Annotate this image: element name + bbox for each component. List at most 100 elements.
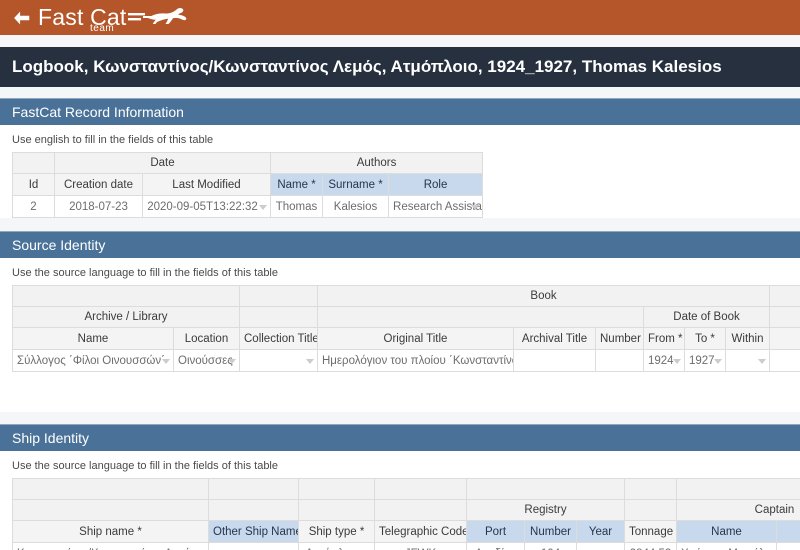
group-cell-date-of-book: Date of Book (642, 306, 771, 328)
cell-registry-number[interactable]: 104 (524, 542, 577, 550)
section-hint-ship: Use the source language to fill in the f… (12, 460, 278, 472)
group-cell-empty-4 (374, 478, 467, 500)
source-identity-table: Book Archive / Library Date of Book Iss … (12, 285, 800, 372)
group-cell-authors: Authors (270, 152, 484, 174)
col-from: From * (643, 327, 685, 350)
cell-original-title[interactable]: Ημερολόγιον του πλοίου ΄Κωνσταντίνος΄ (317, 349, 514, 372)
logo-subtext: team (90, 23, 115, 34)
col-collection-title: Collection Title (239, 327, 318, 350)
col-tonnage: Tonnage (624, 520, 677, 543)
chevron-down-icon[interactable] (758, 358, 767, 364)
table-group-row: Date Authors (12, 152, 484, 174)
group-cell-empty-2 (239, 285, 318, 307)
group-cell-empty-5 (466, 478, 625, 500)
cell-date-to[interactable]: 1927 (684, 349, 726, 372)
chevron-down-icon[interactable] (471, 204, 480, 210)
col-telegraphic-code: Telegraphic Code (374, 520, 467, 543)
back-arrow-icon[interactable] (10, 7, 32, 29)
group-cell-empty (12, 152, 55, 174)
cell-archival-title[interactable] (513, 349, 596, 372)
table-group-row-mid: Registry Captain (12, 499, 800, 521)
cell-date-to-value: 1927 (689, 354, 715, 367)
group-cell-captain: Captain (676, 499, 800, 521)
cell-registry-year[interactable] (576, 542, 625, 550)
col-ship-name: Ship name * (12, 520, 209, 543)
table-header-row: Name Location Collection Title Original … (12, 327, 800, 350)
group-cell-registry: Registry (466, 499, 625, 521)
col-role: Role (388, 173, 484, 196)
group-cell-empty-1 (12, 478, 209, 500)
cell-surname[interactable]: Kalesios (322, 195, 390, 218)
group-cell-empty-4 (239, 306, 318, 328)
group-cell-empty-6 (624, 478, 677, 500)
col-ship-type: Ship type * (298, 520, 375, 543)
cell-last-modified-value: 2020-09-05T13:22:32 (147, 200, 258, 213)
chevron-down-icon[interactable] (306, 358, 314, 364)
group-cell-empty-7 (676, 478, 800, 500)
cell-other-ship-name[interactable] (208, 542, 299, 550)
cell-ship-name[interactable]: Κωνσταντίνος/Κωνσταντίνος Λεμός (12, 542, 209, 550)
cell-captain-surname[interactable]: Λεμός (776, 542, 800, 550)
group-cell-empty-9 (208, 499, 299, 521)
chevron-down-icon[interactable] (259, 204, 268, 210)
cell-telegraphic-code[interactable]: JFWK (374, 542, 467, 550)
group-cell-empty-11 (374, 499, 467, 521)
table-group-row-mid: Archive / Library Date of Book Iss (12, 306, 800, 328)
group-cell-empty-12 (624, 499, 677, 521)
chevron-down-icon[interactable] (228, 358, 236, 364)
table-group-row-top (12, 478, 800, 500)
divider-strip-title (0, 87, 800, 98)
cell-role-value: Research Assistant (393, 200, 483, 213)
table-wrap-fastcat: Date Authors Id Creation date Last Modif… (0, 152, 800, 218)
chevron-down-icon[interactable] (162, 358, 170, 364)
cell-role[interactable]: Research Assistant (388, 195, 484, 218)
col-captain-surname: Surnam (776, 520, 800, 543)
running-cat-icon (127, 7, 186, 24)
section-title: Source Identity (12, 237, 106, 253)
group-cell-issue: Iss (769, 306, 800, 328)
section-header-ship-identity: Ship Identity (0, 424, 800, 451)
cell-registry-port[interactable]: Λονδίνο (466, 542, 525, 550)
group-cell-empty-8 (12, 499, 209, 521)
chevron-down-icon[interactable] (714, 358, 722, 364)
table-row: Κωνσταντίνος/Κωνσταντίνος Λεμός Ατμόπλοι… (12, 542, 800, 550)
spacer-after-source (0, 372, 800, 412)
cell-name[interactable]: Thomas (270, 195, 324, 218)
cell-location[interactable]: Οινούσσες (173, 349, 240, 372)
divider-strip-section2 (0, 412, 800, 424)
cell-date-from[interactable]: 1924 (643, 349, 685, 372)
cell-issue-name[interactable] (769, 349, 800, 372)
chevron-down-icon[interactable] (673, 358, 681, 364)
col-within: Within (724, 327, 771, 350)
group-cell-archive-library: Archive / Library (12, 306, 240, 328)
cell-id: 2 (12, 195, 55, 218)
col-creation-date: Creation date (54, 173, 143, 196)
group-cell-empty-3 (298, 478, 375, 500)
cell-tonnage[interactable]: 2844.52 (624, 542, 677, 550)
table-header-row: Id Creation date Last Modified Name * Su… (12, 173, 484, 196)
table-group-row-top: Book (12, 285, 800, 307)
section-hint-fastcat: Use english to fill in the fields of thi… (12, 134, 214, 146)
group-cell-empty-2 (208, 478, 299, 500)
section-title: FastCat Record Information (12, 104, 184, 120)
divider-strip-top (0, 35, 800, 47)
ship-identity-table: Registry Captain Ship name * Other Ship … (12, 478, 800, 550)
col-registry-port: Port (466, 520, 525, 543)
cell-captain-name[interactable]: Χρήστος Μιχαήλ (676, 542, 777, 550)
group-cell-empty-1 (12, 285, 240, 307)
cell-ship-type[interactable]: Ατμόπλοιο (298, 542, 375, 550)
col-issue-name: Na (769, 327, 800, 350)
col-captain-name: Name (676, 520, 777, 543)
cell-creation-date: 2018-07-23 (54, 195, 143, 218)
fastcat-logo[interactable]: Fast Cat team (38, 6, 188, 34)
section-header-source-identity: Source Identity (0, 231, 800, 258)
cell-within[interactable] (724, 349, 771, 372)
col-to: To * (684, 327, 726, 350)
cell-number[interactable] (595, 349, 644, 372)
cell-location-value: Οινούσσες (178, 354, 233, 367)
cell-archive-name[interactable]: Σύλλογος ΄Φίλοι Οινουσσών΄ (12, 349, 174, 372)
cell-collection-title[interactable] (239, 349, 318, 372)
cell-last-modified[interactable]: 2020-09-05T13:22:32 (141, 195, 272, 218)
col-name: Name * (270, 173, 324, 196)
col-last-modified: Last Modified (141, 173, 272, 196)
